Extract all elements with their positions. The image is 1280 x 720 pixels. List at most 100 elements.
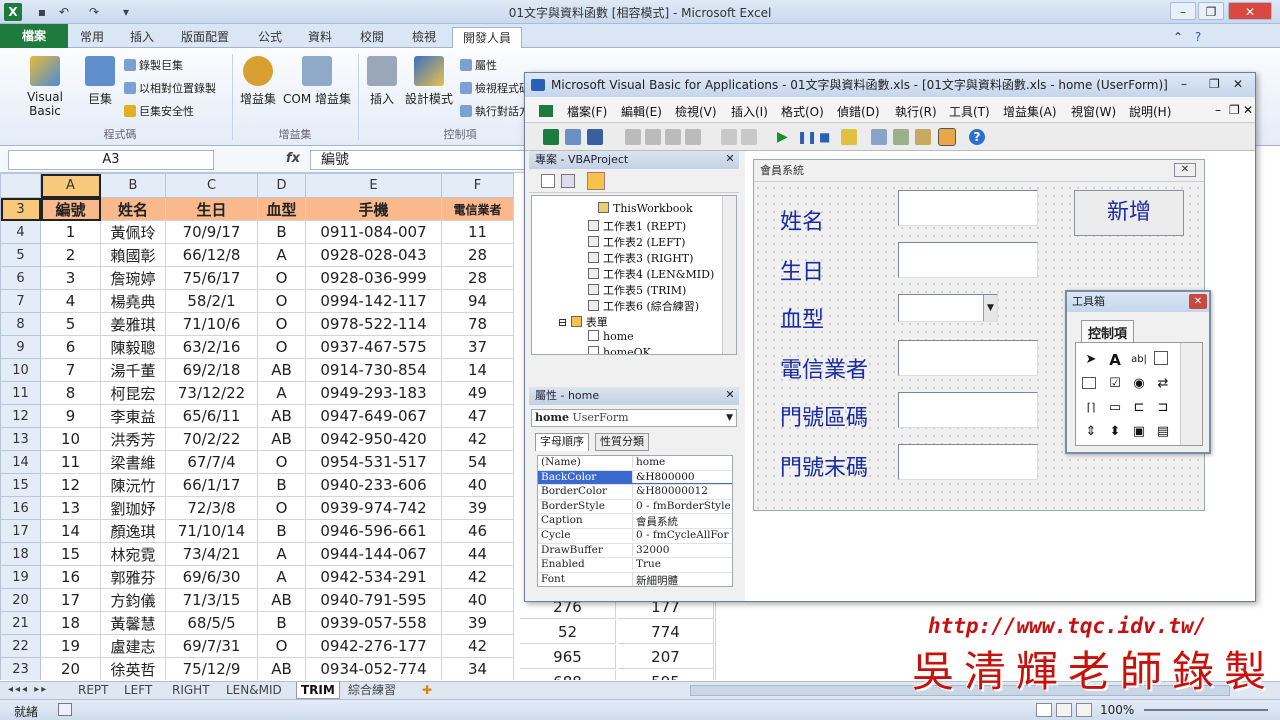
cut-icon[interactable] [625,129,641,145]
cell[interactable]: 63/2/16 [165,335,258,359]
tab-categorized[interactable]: 性質分類 [595,433,649,451]
label-control-icon[interactable]: A [1106,351,1124,369]
break-icon[interactable]: ❚❚ [797,129,817,145]
close-icon[interactable]: ✕ [723,388,737,402]
cell[interactable]: 柯昆宏 [100,381,166,405]
excel-switch-icon[interactable] [539,105,553,117]
cell[interactable]: 黃馨慧 [100,611,166,635]
cell[interactable]: A [257,565,306,589]
tab-file[interactable]: 檔案 [0,24,68,48]
cell[interactable]: 47 [441,404,514,428]
row-header[interactable]: 21 [0,611,41,635]
cell[interactable]: A [257,243,306,267]
cell[interactable]: 20 [40,657,101,680]
table-header-cell[interactable]: 生日 [165,197,258,221]
tab-review[interactable]: 校閱 [352,27,392,47]
sheet-nav-icon[interactable]: ◂◂◂ ▸▸ [4,682,52,699]
property-row[interactable]: BackColor &H800000 [538,470,732,486]
cell[interactable]: 0947-649-067 [305,404,442,428]
cell[interactable]: 0994-142-117 [305,289,442,313]
cell[interactable]: AB [257,404,306,428]
project-explorer-icon[interactable] [871,129,887,145]
undo-icon[interactable] [721,129,737,145]
toolbox-icon[interactable] [938,128,956,146]
cell[interactable]: 69/7/31 [165,634,258,658]
row-header[interactable]: 17 [0,519,41,543]
cell[interactable]: 陳沅竹 [100,473,166,497]
label-carrier[interactable]: 電信業者 [780,352,868,384]
tab-data[interactable]: 資料 [300,27,340,47]
cell[interactable]: 39 [441,611,514,635]
row-header[interactable]: 11 [0,381,41,405]
close-icon[interactable]: ✕ [1189,294,1207,309]
cell[interactable]: 徐英哲 [100,657,166,680]
macro-record-icon[interactable] [58,703,72,716]
menu-tools[interactable]: 工具(T) [949,103,990,120]
sheet-tab-trim[interactable]: TRIM [296,682,340,699]
tree-item[interactable]: 工作表2 (LEFT) [588,234,685,250]
frame-control-icon[interactable]: ⌈⌉ [1082,399,1100,417]
textbox-control-icon[interactable]: ab| [1130,351,1148,369]
properties-window-icon[interactable] [893,129,909,145]
cell[interactable]: 6 [40,335,101,359]
tab-page-layout[interactable]: 版面配置 [172,27,238,47]
tree-item[interactable]: 工作表4 (LEN&MID) [588,266,714,282]
tree-item[interactable]: 工作表6 (綜合練習) [588,298,699,314]
label-name[interactable]: 姓名 [780,204,824,236]
properties-object-select[interactable]: home UserForm ▼ [531,409,737,427]
tree-item[interactable]: ThisWorkbook [598,202,693,215]
column-header[interactable]: D [257,173,306,198]
row-header[interactable]: 3 [0,197,41,221]
macros-button[interactable]: 巨集 [84,56,116,107]
checkbox-control-icon[interactable]: ☑ [1106,375,1124,393]
cell[interactable]: A [257,381,306,405]
column-header[interactable]: F [441,173,514,198]
menu-help[interactable]: 說明(H) [1129,103,1171,120]
child-close-button[interactable]: ✕ [1243,103,1253,117]
worksheet-table[interactable]: A B C D E F 3 編號 姓名 生日 血型 手機 電信業者 4 1 黃佩玲 7… [0,173,514,680]
cell[interactable]: 40 [441,588,514,612]
cell[interactable]: 13 [40,496,101,520]
zoom-slider[interactable] [1144,709,1268,711]
cell[interactable]: 0940-791-595 [305,588,442,612]
cell[interactable]: O [257,312,306,336]
row-header[interactable]: 6 [0,266,41,290]
cell[interactable]: O [257,335,306,359]
cell[interactable]: 71/10/6 [165,312,258,336]
redo-icon[interactable] [741,129,757,145]
cell[interactable]: 46 [441,519,514,543]
reset-icon[interactable]: ■ [819,129,835,145]
column-header[interactable]: C [165,173,258,198]
table-header-cell[interactable]: 手機 [305,197,442,221]
cell[interactable]: 71/10/14 [165,519,258,543]
cell[interactable]: B [257,220,306,244]
page-break-view-icon[interactable] [1076,703,1092,717]
macro-security-button[interactable]: 巨集安全性 [124,103,194,119]
object-browser-icon[interactable] [915,129,931,145]
restore-button[interactable]: ❐ [1198,2,1224,20]
table-header-cell[interactable]: 編號 [40,197,101,221]
scrollbar-control-icon[interactable]: ⇕ [1082,423,1100,441]
row-header[interactable]: 14 [0,450,41,474]
cell[interactable]: 28 [441,243,514,267]
cell[interactable]: 78 [441,312,514,336]
property-value[interactable]: True [632,558,732,571]
cell[interactable]: 75/6/17 [165,266,258,290]
cell[interactable]: 楊堯典 [100,289,166,313]
cell[interactable]: 70/2/22 [165,427,258,451]
normal-view-icon[interactable] [1036,703,1052,717]
view-code-icon[interactable] [541,174,555,188]
cell[interactable]: 洪秀芳 [100,427,166,451]
tree-item[interactable]: home [588,330,634,343]
vba-close-button[interactable]: ✕ [1233,76,1243,92]
help-icon[interactable]: ? [969,129,985,145]
cell[interactable]: 5 [40,312,101,336]
cell[interactable]: 黃佩玲 [100,220,166,244]
cell[interactable]: 0928-028-043 [305,243,442,267]
toolbox-tab-controls[interactable]: 控制項 [1081,320,1135,342]
label-number-suffix[interactable]: 門號末碼 [780,450,868,482]
cell[interactable]: 0928-036-999 [305,266,442,290]
property-row[interactable]: Enabled True [538,558,732,573]
row-header[interactable]: 20 [0,588,41,612]
cell[interactable]: 陳毅聰 [100,335,166,359]
